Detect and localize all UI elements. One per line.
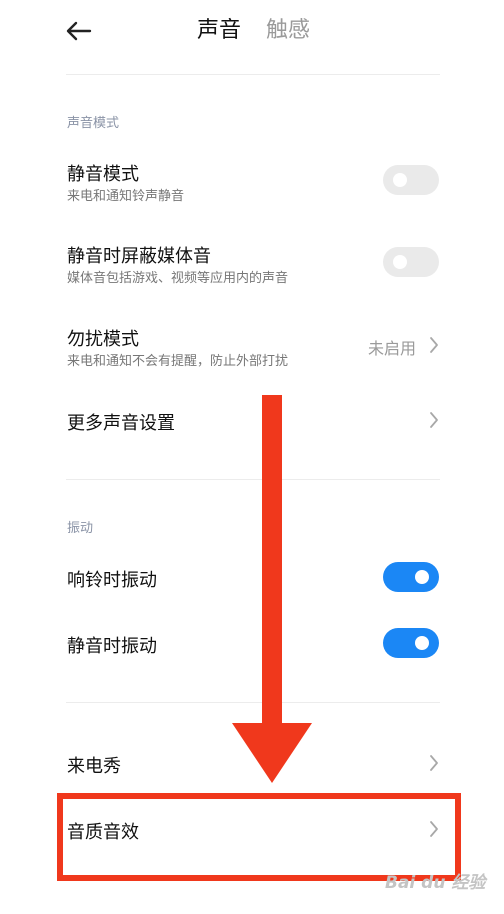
row-title-caller-show[interactable]: 来电秀 — [67, 752, 121, 778]
divider — [66, 74, 440, 75]
silent-mode-toggle[interactable] — [383, 165, 439, 195]
row-subtitle-dnd: 来电和通知不会有提醒，防止外部打扰 — [67, 354, 289, 369]
row-title-vibrate-silent: 静音时振动 — [67, 636, 157, 657]
toggle-knob — [415, 570, 429, 584]
vibrate-on-silent-toggle[interactable] — [383, 628, 439, 658]
tab-sound[interactable]: 声音 — [197, 16, 241, 46]
row-title-mute-media: 静音时屏蔽媒体音 — [67, 246, 211, 267]
chevron-right-icon[interactable] — [427, 335, 441, 355]
toggle-knob — [393, 173, 407, 187]
annotation-arrow-head — [232, 723, 312, 783]
mute-media-toggle[interactable] — [383, 247, 439, 277]
dnd-status-value: 未启用 — [368, 339, 417, 358]
section-header-vibration: 振动 — [67, 521, 94, 536]
tab-haptics[interactable]: 触感 — [266, 16, 310, 46]
back-arrow-icon[interactable] — [64, 16, 94, 46]
section-header-sound-mode: 声音模式 — [67, 116, 120, 131]
annotation-arrow-shaft — [262, 395, 282, 735]
chevron-right-icon[interactable] — [427, 753, 441, 773]
divider — [66, 479, 440, 480]
chevron-right-icon[interactable] — [427, 410, 441, 430]
row-title-vibrate-ring: 响铃时振动 — [67, 570, 157, 591]
toggle-knob — [393, 255, 407, 269]
vibrate-on-ring-toggle[interactable] — [383, 562, 439, 592]
divider — [66, 702, 440, 703]
watermark: Bai du 经验 — [385, 873, 486, 893]
row-title-dnd[interactable]: 勿扰模式 — [67, 325, 139, 351]
row-subtitle-silent-mode: 来电和通知铃声静音 — [67, 189, 185, 204]
toggle-knob — [415, 636, 429, 650]
row-subtitle-mute-media: 媒体音包括游戏、视频等应用内的声音 — [67, 271, 289, 286]
row-title-silent-mode: 静音模式 — [67, 164, 139, 185]
row-title-more-sound[interactable]: 更多声音设置 — [67, 409, 175, 435]
